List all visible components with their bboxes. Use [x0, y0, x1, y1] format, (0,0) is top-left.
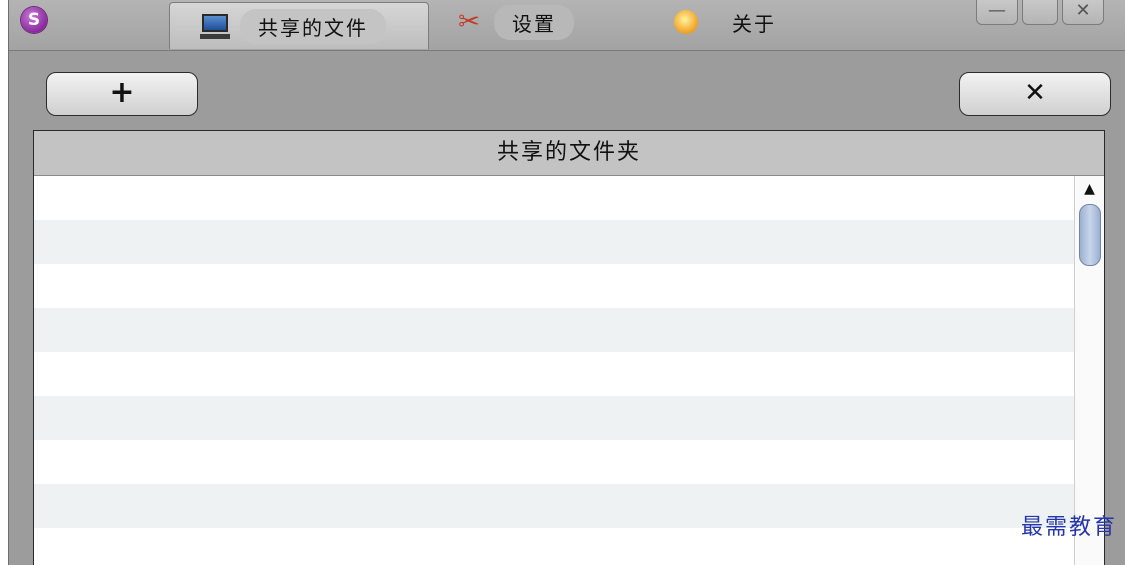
maximize-button[interactable] [1022, 0, 1058, 25]
list-item[interactable] [34, 220, 1074, 264]
tools-icon: ✂ [458, 7, 480, 37]
list-rows [34, 176, 1074, 565]
tab-settings[interactable]: ✂ 设置 [454, 2, 574, 42]
list-item[interactable] [34, 396, 1074, 440]
tab-shared-files[interactable]: 共享的文件 [169, 2, 429, 49]
vertical-scrollbar[interactable]: ▲ [1074, 176, 1104, 565]
list-item[interactable] [34, 308, 1074, 352]
list-item[interactable] [34, 264, 1074, 308]
lightbulb-icon [674, 10, 698, 34]
shared-folder-list[interactable]: 共享的文件夹 ▲ [33, 130, 1105, 565]
tab-label: 共享的文件 [240, 8, 386, 44]
scroll-thumb[interactable] [1079, 204, 1101, 266]
tab-label: 设置 [494, 4, 574, 40]
list-header[interactable]: 共享的文件夹 [34, 131, 1104, 176]
list-item[interactable] [34, 528, 1074, 565]
minimize-button[interactable]: — [976, 0, 1018, 25]
list-item[interactable] [34, 484, 1074, 528]
list-item[interactable] [34, 352, 1074, 396]
scroll-up-icon[interactable]: ▲ [1075, 176, 1104, 200]
remove-folder-button[interactable]: ✕ [959, 72, 1111, 116]
window-controls: — ✕ [976, 0, 1104, 26]
tab-label: 关于 [732, 11, 776, 36]
title-bar: S 共享的文件 ✂ 设置 关于 — ✕ [9, 0, 1125, 51]
close-button[interactable]: ✕ [1062, 0, 1104, 25]
app-logo-icon[interactable]: S [21, 7, 47, 33]
watermark: 最需教育 [1020, 515, 1117, 540]
list-item[interactable] [34, 440, 1074, 484]
list-item[interactable] [34, 176, 1074, 220]
monitor-icon [200, 11, 230, 41]
app-window: S 共享的文件 ✂ 设置 关于 — ✕ + ✕ 共享的文件夹 ▲ [8, 0, 1125, 565]
add-folder-button[interactable]: + [46, 72, 198, 116]
tab-about[interactable]: 关于 [674, 2, 776, 42]
